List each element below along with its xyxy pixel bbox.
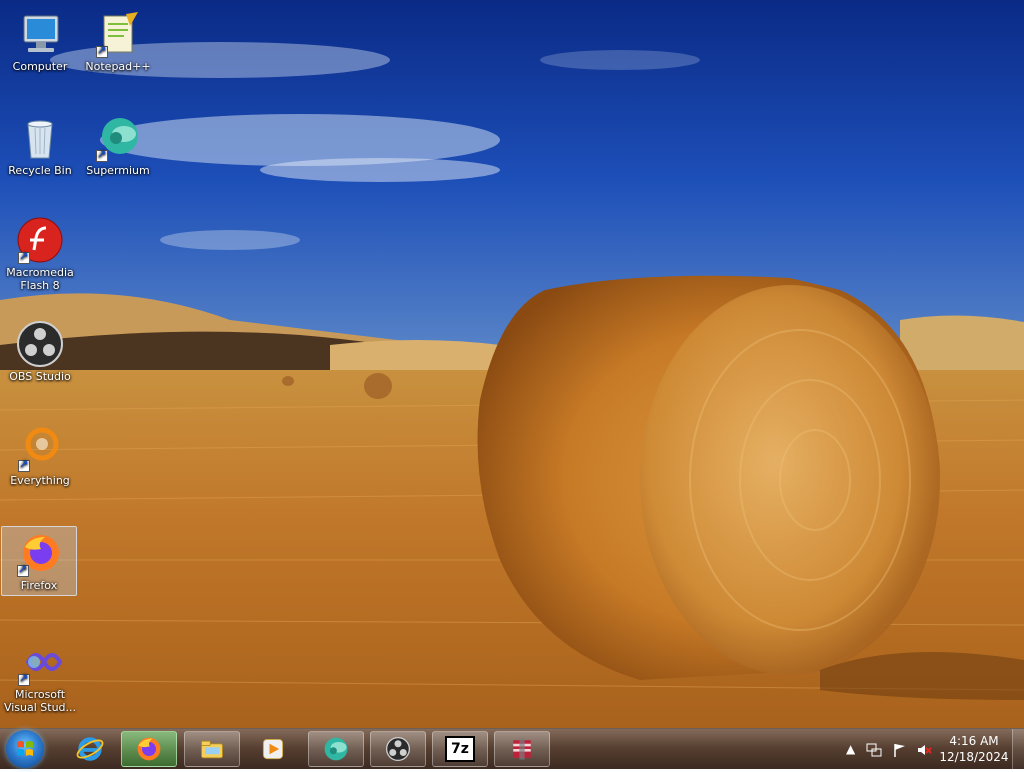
desktop-icon-label: Firefox (20, 579, 58, 592)
desktop-icon-label: Macromedia Flash 8 (6, 266, 74, 292)
taskbar-7zip[interactable]: 7z (432, 731, 488, 767)
7zip-icon: 7z (445, 736, 475, 762)
shortcut-arrow-icon (18, 458, 30, 472)
taskbar-firefox[interactable] (121, 731, 177, 767)
volume-muted-icon[interactable] (916, 742, 932, 761)
action-center-flag-icon[interactable] (892, 742, 908, 761)
media-player-icon (262, 738, 284, 760)
shortcut-arrow-icon (18, 250, 30, 264)
supermium-icon (324, 737, 348, 761)
taskbar-clock[interactable]: 4:16 AM 12/18/2024 (938, 733, 1010, 765)
desktop-icon-label: Everything (10, 474, 70, 487)
icon-wrap (94, 114, 142, 162)
network-icon[interactable] (866, 742, 882, 761)
obs-icon (385, 736, 411, 762)
explorer-icon (201, 740, 223, 759)
clock-date: 12/18/2024 (939, 750, 1009, 764)
network-monitor-icon (866, 743, 882, 757)
speaker-mute-icon (918, 745, 932, 755)
desktop-icon-label: Recycle Bin (8, 164, 72, 177)
shortcut-arrow-icon (96, 44, 108, 58)
clock-time: 4:16 AM (949, 734, 999, 748)
desktop-icon-label: Supermium (86, 164, 150, 177)
icon-wrap (16, 424, 64, 472)
desktop-icon-label: Computer (12, 60, 68, 73)
taskbar-supermium[interactable] (308, 731, 364, 767)
shortcut-arrow-icon (17, 563, 29, 577)
desktop-icon-obs-studio[interactable]: OBS Studio (2, 318, 78, 396)
taskbar-winrar[interactable] (494, 731, 550, 767)
desktop-icon-notepadpp[interactable]: Notepad++ (80, 8, 156, 86)
taskbar-media-player[interactable] (245, 731, 301, 767)
desktop-icon-everything[interactable]: Everything (2, 422, 78, 500)
icon-wrap (16, 638, 64, 686)
desktop-icon-computer[interactable]: Computer (2, 8, 78, 86)
desktop-icon-label: OBS Studio (9, 370, 71, 383)
icon-wrap (94, 10, 142, 58)
wallpaper (0, 0, 1024, 728)
taskbar-explorer[interactable] (184, 731, 240, 767)
ie-icon (76, 737, 104, 761)
show-hidden-icons-chevron-icon[interactable]: ▲ (846, 742, 855, 756)
taskbar: 7z ▲ 4:16 AM 12/18/2024 (0, 728, 1024, 769)
desktop-icon-firefox[interactable]: Firefox (1, 526, 77, 596)
desktop[interactable]: Computer Notepad++ Recycle Bin (0, 0, 1024, 728)
taskbar-ie[interactable] (62, 731, 118, 767)
obs-icon (17, 321, 63, 367)
taskbar-obs-studio[interactable] (370, 731, 426, 767)
icon-wrap (15, 529, 63, 577)
winrar-icon (513, 738, 531, 760)
recycle-bin-icon (27, 120, 53, 159)
flag-icon (894, 744, 905, 757)
desktop-icon-recycle-bin[interactable]: Recycle Bin (2, 112, 78, 190)
desktop-icon-visual-studio[interactable]: Microsoft Visual Stud... (2, 636, 78, 714)
windows-logo-icon (17, 741, 33, 756)
shortcut-arrow-icon (18, 672, 30, 686)
computer-icon (23, 15, 59, 52)
desktop-icon-label: Notepad++ (85, 60, 151, 73)
shortcut-arrow-icon (96, 148, 108, 162)
desktop-icon-label: Microsoft Visual Stud... (3, 688, 77, 714)
firefox-icon (137, 737, 161, 761)
desktop-icon-supermium[interactable]: Supermium (80, 112, 156, 190)
show-desktop-button[interactable] (1012, 729, 1024, 769)
icon-wrap (16, 216, 64, 264)
desktop-icon-macromedia-flash[interactable]: Macromedia Flash 8 (2, 214, 78, 292)
start-button[interactable] (6, 730, 44, 768)
